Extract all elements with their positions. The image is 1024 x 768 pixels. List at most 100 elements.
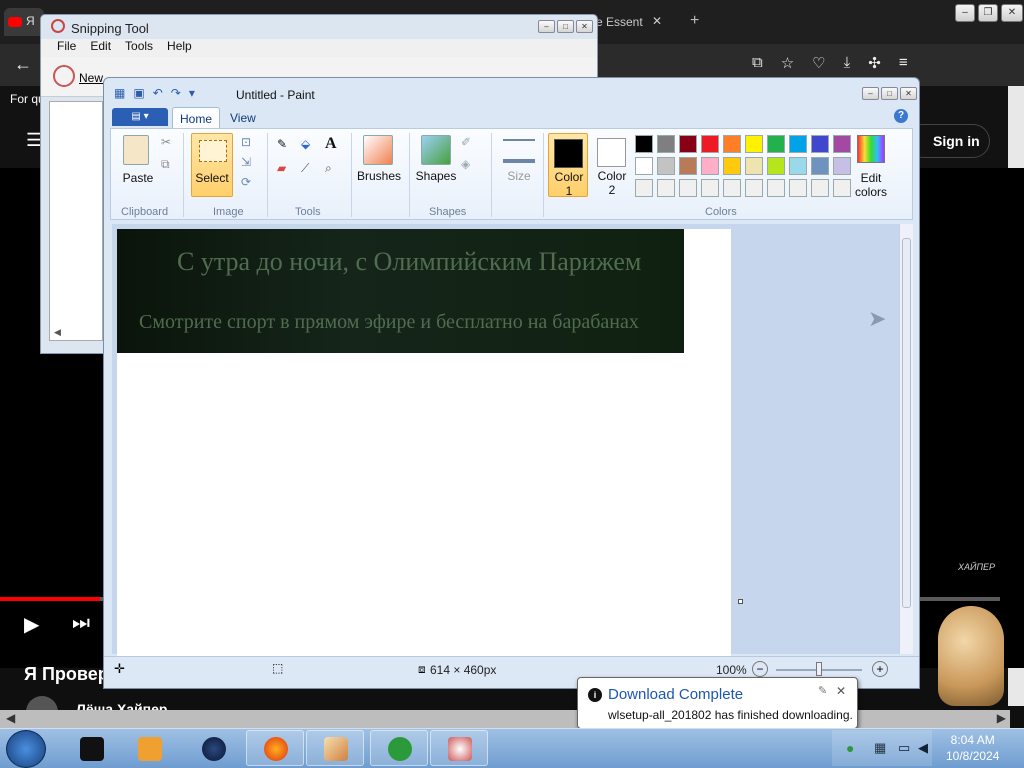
download-notification[interactable]: i Download Complete wlsetup-all_201802 h… xyxy=(577,677,858,729)
palette-swatch[interactable] xyxy=(657,157,675,175)
maximize-button[interactable]: ❐ xyxy=(978,4,998,22)
palette-swatch[interactable] xyxy=(701,135,719,153)
new-tab-button[interactable]: + xyxy=(690,12,699,30)
palette-swatch[interactable] xyxy=(745,179,763,197)
palette-swatch[interactable] xyxy=(635,179,653,197)
palette-swatch[interactable] xyxy=(679,135,697,153)
new-snip-button[interactable]: New xyxy=(79,71,103,85)
palette-swatch[interactable] xyxy=(679,179,697,197)
pencil-icon[interactable]: ✎ xyxy=(277,137,287,151)
paste-icon[interactable] xyxy=(123,135,149,165)
palette-swatch[interactable] xyxy=(789,135,807,153)
maximize-button[interactable]: □ xyxy=(881,87,898,100)
outline-icon[interactable]: ✐ xyxy=(461,135,471,149)
text-icon[interactable]: A xyxy=(325,135,337,153)
palette-swatch[interactable] xyxy=(789,179,807,197)
menu-edit[interactable]: Edit xyxy=(90,39,111,57)
taskbar-item-globe[interactable] xyxy=(184,730,242,766)
zoom-out-button[interactable]: − xyxy=(752,661,768,677)
utorrent-tray-icon[interactable]: ● xyxy=(846,740,854,756)
edit-colors-button[interactable]: Edit colors xyxy=(851,135,891,199)
picture-in-picture-icon[interactable]: ⧉ xyxy=(752,54,763,72)
palette-swatch[interactable] xyxy=(723,135,741,153)
palette-swatch[interactable] xyxy=(723,157,741,175)
menu-help[interactable]: Help xyxy=(167,39,192,57)
close-tab-icon[interactable]: ✕ xyxy=(652,14,662,28)
start-button[interactable] xyxy=(6,730,46,768)
customize-qat-icon[interactable]: ▾ xyxy=(189,86,195,100)
palette-swatch[interactable] xyxy=(811,135,829,153)
magnifier-icon[interactable]: ⌕ xyxy=(325,161,332,176)
scissors-icon[interactable] xyxy=(53,65,75,87)
palette-swatch[interactable] xyxy=(635,135,653,153)
zoom-in-button[interactable]: + xyxy=(872,661,888,677)
taskbar-item-utorrent[interactable] xyxy=(370,730,428,766)
brush-icon[interactable] xyxy=(363,135,393,165)
scroll-left-icon[interactable]: ◀ xyxy=(6,711,15,725)
color-picker-icon[interactable]: ⟋ xyxy=(301,161,309,176)
paint-menu-button[interactable]: ▤ ▾ xyxy=(112,108,168,126)
tab-home[interactable]: Home xyxy=(172,107,220,129)
pocket-icon[interactable]: ♡ xyxy=(812,54,825,72)
rotate-icon[interactable]: ⟳ xyxy=(241,175,251,189)
tab-youtube[interactable]: Я xyxy=(4,8,44,36)
minimize-button[interactable]: – xyxy=(955,4,975,22)
color1-button[interactable]: Color 1 xyxy=(548,133,588,198)
network-icon[interactable]: ▦ xyxy=(874,740,886,756)
taskbar-item-snipping[interactable] xyxy=(430,730,488,766)
fill-icon[interactable]: ⬙ xyxy=(301,137,310,151)
palette-swatch[interactable] xyxy=(811,157,829,175)
menu-tools[interactable]: Tools xyxy=(125,39,153,57)
taskbar-item-paint[interactable] xyxy=(306,730,364,766)
close-button[interactable]: ✕ xyxy=(576,20,593,33)
tab-essentials[interactable]: ve Essent xyxy=(590,8,685,36)
star-icon[interactable]: ☆ xyxy=(781,54,794,72)
next-icon[interactable]: ⏭ xyxy=(72,612,90,635)
close-button[interactable]: ✕ xyxy=(900,87,917,100)
scroll-left-icon[interactable]: ◀ xyxy=(54,327,61,338)
palette-swatch[interactable] xyxy=(679,157,697,175)
resize-handle[interactable] xyxy=(738,599,743,604)
clock[interactable]: 8:04 AM 10/8/2024 xyxy=(946,732,999,764)
menu-file[interactable]: File xyxy=(57,39,76,57)
taskbar-item-firefox[interactable] xyxy=(246,730,304,766)
palette-swatch[interactable] xyxy=(767,135,785,153)
eraser-icon[interactable]: ▰ xyxy=(277,161,286,175)
menu-icon[interactable]: ≡ xyxy=(899,54,908,72)
minimize-button[interactable]: – xyxy=(538,20,555,33)
extensions-icon[interactable]: ✣ xyxy=(868,54,881,72)
undo-icon[interactable]: ↶ xyxy=(153,86,163,100)
brushes-button[interactable]: Brushes xyxy=(355,169,403,183)
volume-icon[interactable]: ◀ xyxy=(918,740,928,756)
palette-swatch[interactable] xyxy=(811,179,829,197)
help-icon[interactable]: ? xyxy=(894,109,908,123)
shapes-button[interactable]: Shapes xyxy=(413,169,459,183)
canvas[interactable]: С утра до ночи, с Олимпийским Парижем См… xyxy=(117,229,731,657)
palette-swatch[interactable] xyxy=(833,157,851,175)
taskbar-item-app1[interactable] xyxy=(62,730,120,766)
back-button[interactable]: ← xyxy=(14,54,32,75)
palette-swatch[interactable] xyxy=(657,135,675,153)
copy-icon[interactable]: ⧉ xyxy=(161,157,170,172)
canvas-scrollbar[interactable] xyxy=(899,224,913,654)
monitor-icon[interactable]: ▭ xyxy=(898,740,910,756)
download-icon[interactable]: ⤓ xyxy=(844,54,851,72)
shapes-icon[interactable] xyxy=(421,135,451,165)
close-button[interactable]: ✕ xyxy=(1001,4,1023,22)
size-icon[interactable] xyxy=(503,139,535,163)
save-icon[interactable]: ▣ xyxy=(133,86,144,100)
scrollbar-thumb[interactable] xyxy=(902,238,911,608)
tab-view[interactable]: View xyxy=(230,111,256,125)
close-icon[interactable]: ✕ xyxy=(836,684,846,698)
palette-swatch[interactable] xyxy=(833,179,851,197)
palette-swatch[interactable] xyxy=(635,157,653,175)
zoom-slider-thumb[interactable] xyxy=(816,662,822,676)
color2-button[interactable]: Color 2 xyxy=(592,133,632,197)
palette-swatch[interactable] xyxy=(701,157,719,175)
minimize-button[interactable]: – xyxy=(862,87,879,100)
size-button[interactable]: Size xyxy=(503,169,535,183)
select-button[interactable]: Select xyxy=(191,133,233,197)
redo-icon[interactable]: ↷ xyxy=(171,86,181,100)
palette-swatch[interactable] xyxy=(701,179,719,197)
palette-swatch[interactable] xyxy=(723,179,741,197)
